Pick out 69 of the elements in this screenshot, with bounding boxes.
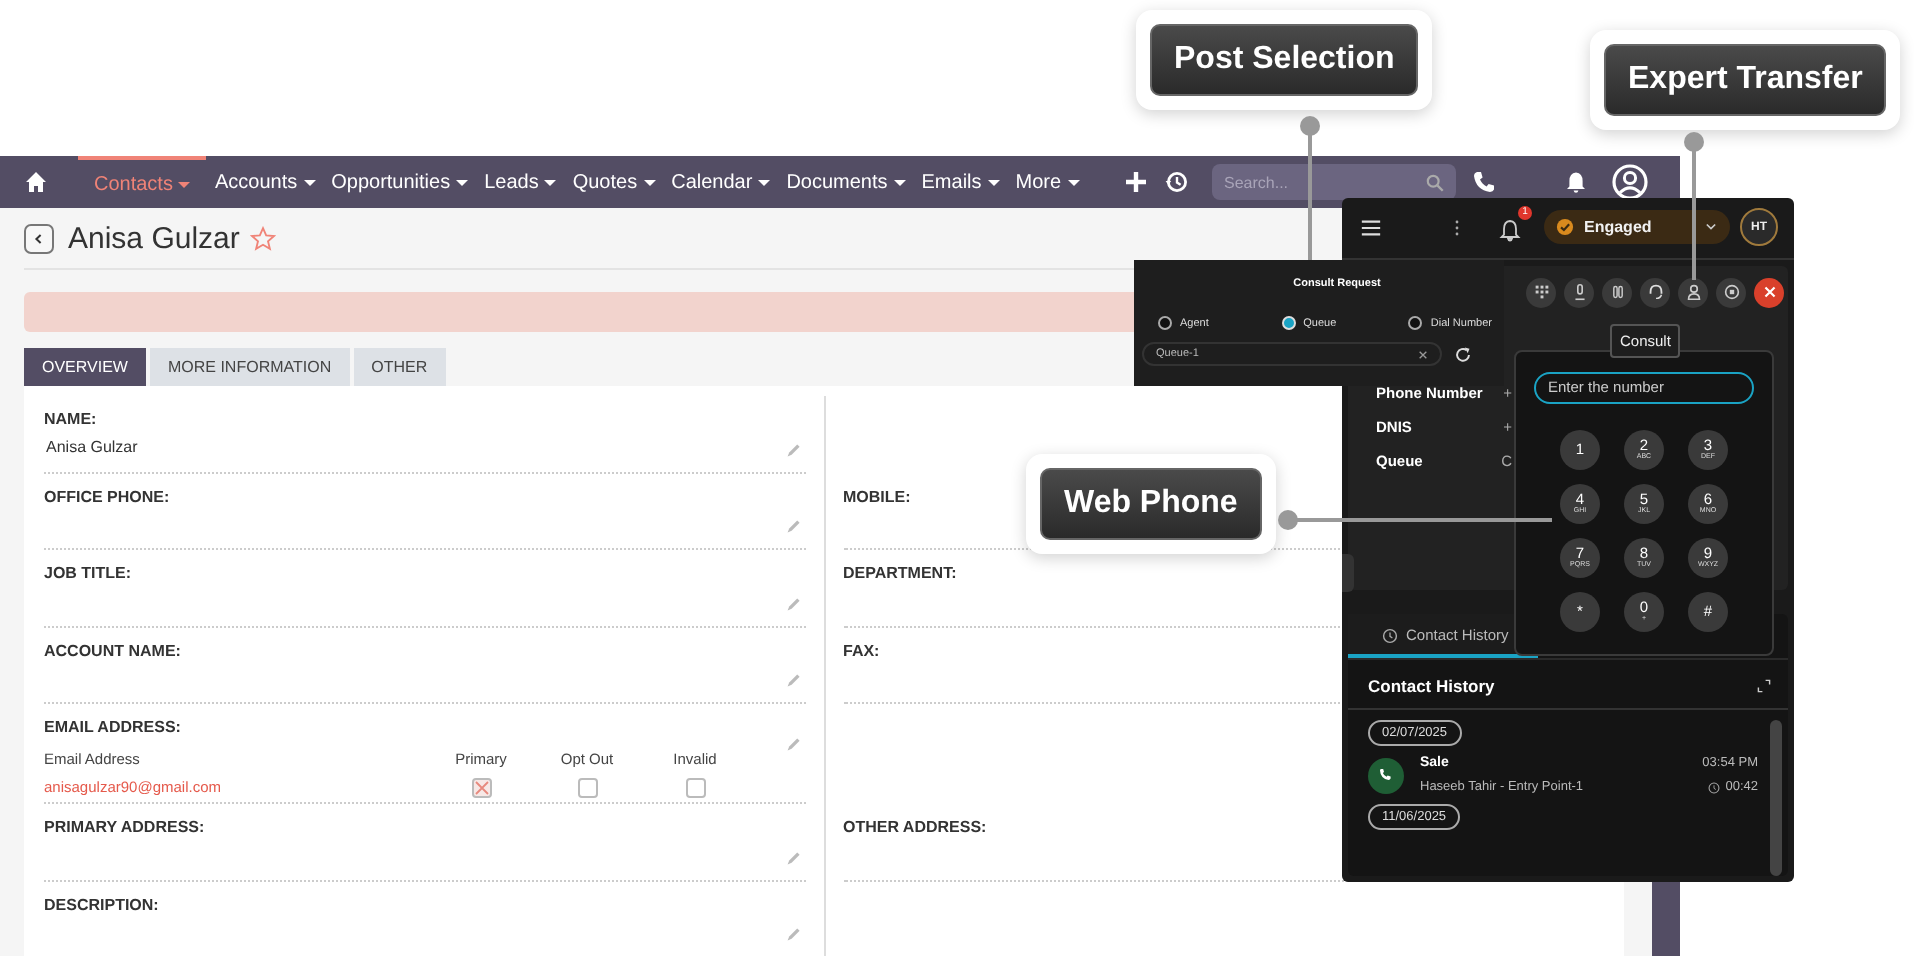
tab[interactable]: OTHER (353, 348, 446, 386)
field-label: JOB TITLE: (44, 564, 132, 582)
microphone-button[interactable] (1564, 277, 1594, 308)
phone-icon[interactable] (1472, 170, 1496, 194)
close-icon (1759, 282, 1779, 303)
plus-icon[interactable] (1124, 170, 1148, 194)
callout-label: Web Phone (1040, 468, 1262, 540)
pause-button[interactable] (1602, 277, 1632, 308)
star-icon[interactable] (249, 225, 276, 251)
back-button[interactable] (24, 223, 54, 253)
field-value: Anisa Gulzar (44, 438, 138, 456)
field-label: OTHER ADDRESS: (843, 818, 987, 836)
field-label: OFFICE PHONE: (44, 487, 170, 505)
person-button[interactable] (1678, 277, 1708, 308)
expand-icon[interactable] (1756, 678, 1772, 694)
history-icon[interactable] (1164, 170, 1188, 194)
field-label: MOBILE: (843, 487, 911, 505)
checkbox[interactable] (471, 778, 491, 798)
nav-menu-item[interactable]: Opportunities (323, 156, 477, 208)
end-call-button[interactable] (1754, 277, 1784, 308)
field-label: DESCRIPTION: (44, 895, 159, 913)
field-label: PRIMARY ADDRESS: (44, 818, 205, 836)
nav-menu-item[interactable]: Quotes (564, 156, 664, 208)
pause-icon (1607, 282, 1627, 303)
history-title: Contact History (1368, 676, 1495, 696)
nav-menu-item[interactable]: Documents (778, 156, 914, 208)
callout-label: Post Selection (1150, 24, 1419, 96)
refresh-icon[interactable] (1454, 345, 1472, 363)
scrollbar[interactable] (1770, 720, 1782, 876)
user-icon[interactable] (1612, 164, 1648, 200)
microphone-icon (1569, 282, 1589, 303)
home-icon[interactable] (24, 170, 48, 194)
checkbox[interactable] (685, 778, 705, 798)
status-dropdown[interactable]: Engaged (1544, 210, 1730, 245)
clock-icon (1382, 627, 1398, 643)
call-icon (1368, 757, 1404, 793)
nav-menu-item[interactable]: Emails (913, 156, 1008, 208)
record-button[interactable] (1716, 277, 1746, 308)
headset-button[interactable] (1640, 277, 1670, 308)
bell-icon[interactable] (1564, 170, 1588, 194)
status-icon (1556, 218, 1574, 237)
nav-menu-item[interactable]: Calendar (663, 156, 779, 208)
nav-menu-item[interactable]: More (1007, 156, 1088, 208)
clock-icon (1707, 781, 1720, 793)
collapse-handle[interactable] (1342, 554, 1354, 592)
field-label: ACCOUNT NAME: (44, 641, 181, 659)
field-label: EMAIL ADDRESS: (44, 718, 181, 736)
field-label: NAME: (44, 410, 97, 428)
record-icon (1721, 282, 1741, 303)
field-label: DEPARTMENT: (843, 564, 957, 582)
bell-icon[interactable] (1498, 217, 1522, 242)
person-icon (1683, 282, 1703, 303)
nav-menu-item[interactable]: Leads (476, 156, 565, 208)
record-title: Anisa Gulzar (68, 221, 240, 255)
callout-label: Expert Transfer (1604, 44, 1887, 116)
clear-icon[interactable] (1418, 349, 1428, 359)
caret-icon (1704, 222, 1718, 233)
tab[interactable]: OVERVIEW (24, 348, 146, 386)
more-options-icon[interactable] (1454, 217, 1460, 238)
headset-icon (1645, 282, 1665, 303)
menu-icon[interactable] (1360, 217, 1382, 238)
tab[interactable]: MORE INFORMATION (149, 348, 350, 386)
x-mark-icon (473, 780, 489, 796)
dialpad-icon (1531, 282, 1551, 303)
field-label: FAX: (843, 641, 880, 659)
nav-menu-item[interactable]: Accounts (206, 156, 324, 208)
dialpad-button[interactable] (1526, 277, 1556, 308)
checkbox[interactable] (577, 778, 597, 798)
leader-line (1300, 116, 1320, 260)
